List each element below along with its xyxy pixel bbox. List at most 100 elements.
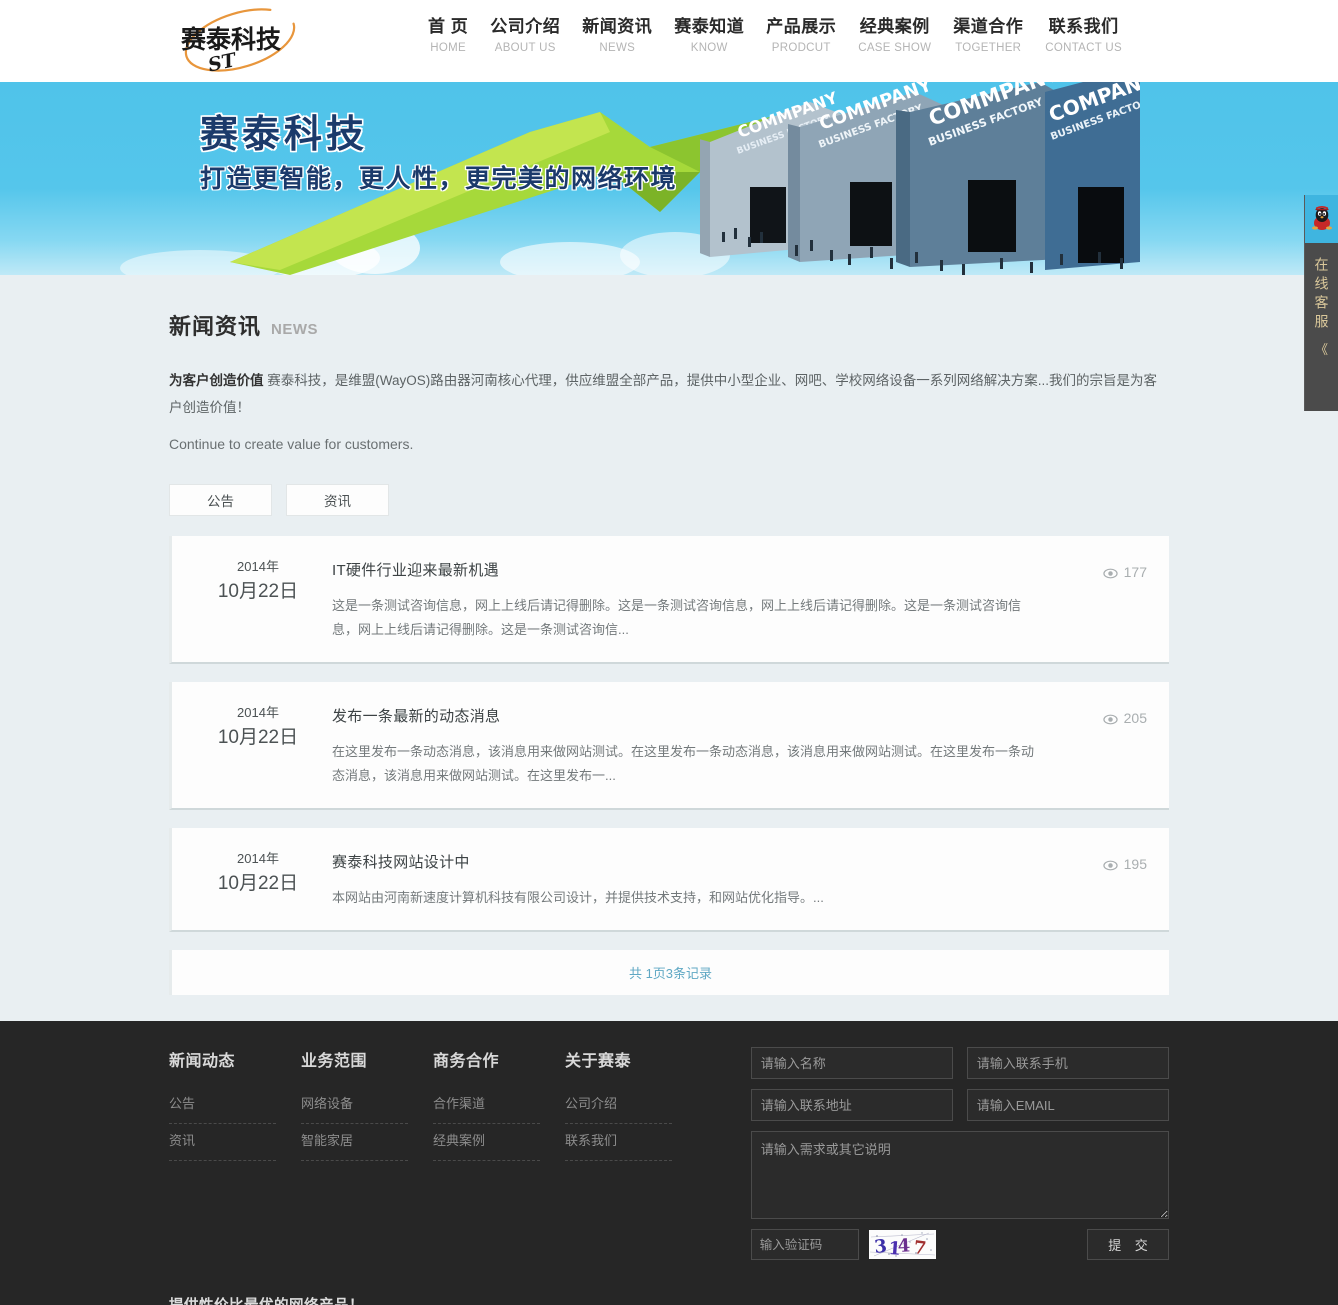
nav-label-cn: 经典案例 — [859, 17, 930, 36]
phone-field[interactable] — [966, 1047, 1169, 1079]
captcha-input[interactable] — [750, 1229, 859, 1260]
news-body: 赛泰科技网站设计中 本网站由河南新速度计算机科技有限公司设计，并提供技术支持，和… — [332, 848, 1057, 910]
news-list-item[interactable]: 2014年 10月22日 IT硬件行业迎来最新机遇 这是一条测试咨询信息，网上上… — [169, 536, 1169, 664]
email-field[interactable] — [966, 1089, 1169, 1121]
eye-icon — [1102, 566, 1118, 581]
svg-text:7: 7 — [912, 1237, 927, 1259]
footer-link-network-equipment[interactable]: 网络设备 — [301, 1087, 408, 1124]
captcha-image[interactable]: 3 1 4 7 — [868, 1230, 936, 1259]
page-title: 新闻资讯 — [169, 314, 262, 339]
news-body: 发布一条最新的动态消息 在这里发布一条动态消息，该消息用来做网站测试。在这里发布… — [332, 702, 1057, 788]
nav-label-en: KNOW — [690, 42, 728, 54]
news-title[interactable]: 发布一条最新的动态消息 — [332, 704, 1039, 730]
news-category-tabs: 公告 资讯 — [169, 484, 1169, 516]
view-count-value: 177 — [1123, 564, 1147, 580]
nav-item-contact-us[interactable]: 联系我们 CONTACT US — [1034, 16, 1133, 57]
message-textarea[interactable] — [750, 1131, 1169, 1219]
news-description: 本网站由河南新速度计算机科技有限公司设计，并提供技术支持，和网站优化指导。... — [332, 890, 824, 905]
pagination-bar: 共 1页3条记录 — [169, 950, 1169, 995]
nav-label-cn: 新闻资讯 — [582, 17, 653, 36]
footer-link-classic-cases[interactable]: 经典案例 — [433, 1124, 540, 1161]
nav-label-en: HOME — [430, 42, 466, 54]
footer-link-smart-home[interactable]: 智能家居 — [301, 1124, 408, 1161]
buildings-graphic: COMMPANY BUSINESS FACTORY COMMPANY BUSIN… — [692, 82, 1159, 275]
footer-about-title: 提供性价比最优的网络产品！ — [169, 1294, 754, 1305]
footer-about-block: 提供性价比最优的网络产品！ 赛泰专业供应智能路由器，为网吧、企业、小区、供应路由… — [169, 1276, 754, 1305]
footer-link-announcements[interactable]: 公告 — [169, 1087, 276, 1124]
page-title-en: NEWS — [271, 321, 319, 338]
news-view-count: 195 — [1057, 848, 1147, 910]
news-date-year: 2014年 — [237, 851, 279, 866]
view-count-value: 205 — [1123, 710, 1147, 726]
tab-information[interactable]: 资讯 — [286, 484, 389, 516]
banner-title: 赛泰科技 — [200, 114, 369, 156]
news-date: 2014年 10月22日 — [172, 848, 332, 910]
nav-label-cn: 赛泰知道 — [674, 17, 745, 36]
online-service-label: 在线客服 — [1313, 257, 1330, 333]
intro-paragraph: 为客户创造价值 赛泰科技，是维盟(WayOS)路由器河南核心代理，供应维盟全部产… — [169, 367, 1169, 421]
banner-text-block: 赛泰科技 打造更智能，更人性，更完美的网络环境 — [200, 110, 677, 198]
site-logo[interactable]: 赛泰科技 ST — [169, 4, 311, 78]
news-title[interactable]: 赛泰科技网站设计中 — [332, 850, 1039, 876]
footer-column-title: 业务范围 — [301, 1053, 368, 1070]
footer-link-partner-channel[interactable]: 合作渠道 — [433, 1087, 540, 1124]
nav-label-cn: 渠道合作 — [953, 17, 1024, 36]
address-field[interactable] — [750, 1089, 953, 1121]
footer-column-business: 业务范围 网络设备 智能家居 — [301, 1047, 433, 1260]
intro-highlight: 为客户创造价值 — [169, 373, 264, 388]
site-header: 赛泰科技 ST 首 页 HOME 公司介绍 ABOUT US 新闻资讯 NEWS… — [0, 0, 1338, 82]
footer-column-title: 商务合作 — [433, 1053, 500, 1070]
nav-item-news[interactable]: 新闻资讯 NEWS — [571, 16, 663, 57]
svg-text:4: 4 — [897, 1235, 911, 1257]
footer-column-cooperation: 商务合作 合作渠道 经典案例 — [433, 1047, 565, 1260]
news-title[interactable]: IT硬件行业迎来最新机遇 — [332, 558, 1039, 584]
news-date-monthday: 10月22日 — [217, 873, 299, 894]
pagination-summary[interactable]: 共 1页3条记录 — [629, 963, 712, 982]
news-description: 这是一条测试咨询信息，网上上线后请记得删除。这是一条测试咨询信息，网上上线后请记… — [332, 598, 1022, 637]
main-navigation: 首 页 HOME 公司介绍 ABOUT US 新闻资讯 NEWS 赛泰知道 KN… — [417, 16, 1133, 57]
intro-english: Continue to create value for customers. — [169, 436, 414, 452]
news-date-monthday: 10月22日 — [217, 581, 299, 602]
main-content: 新闻资讯 NEWS 为客户创造价值 赛泰科技，是维盟(WayOS)路由器河南核心… — [169, 275, 1169, 995]
qq-penguin-icon — [1311, 204, 1333, 235]
tab-announcements[interactable]: 公告 — [169, 484, 272, 516]
qq-icon-container — [1304, 195, 1338, 243]
footer-column-title: 关于赛泰 — [565, 1053, 632, 1070]
news-list-item[interactable]: 2014年 10月22日 发布一条最新的动态消息 在这里发布一条动态消息，该消息… — [169, 682, 1169, 810]
news-list: 2014年 10月22日 IT硬件行业迎来最新机遇 这是一条测试咨询信息，网上上… — [169, 536, 1169, 950]
footer-link-information[interactable]: 资讯 — [169, 1124, 276, 1161]
online-service-widget[interactable]: 在线客服 《 — [1304, 195, 1338, 411]
footer-column-about: 关于赛泰 公司介绍 联系我们 — [565, 1047, 697, 1260]
nav-label-en: ABOUT US — [494, 42, 556, 54]
chevron-collapse-icon[interactable]: 《 — [1315, 339, 1328, 358]
submit-button[interactable]: 提 交 — [1087, 1229, 1169, 1260]
name-field[interactable] — [750, 1047, 953, 1079]
site-footer: 新闻动态 公告 资讯 业务范围 网络设备 智能家居 商务合作 合作渠道 经典案例… — [0, 1021, 1338, 1305]
news-date-monthday: 10月22日 — [217, 727, 299, 748]
nav-item-home[interactable]: 首 页 HOME — [417, 16, 479, 57]
nav-label-en: TOGETHER — [955, 42, 1022, 54]
nav-item-together[interactable]: 渠道合作 TOGETHER — [942, 16, 1034, 57]
eye-icon — [1102, 712, 1118, 727]
intro-body: 赛泰科技，是维盟(WayOS)路由器河南核心代理，供应维盟全部产品，提供中小型企… — [169, 373, 1158, 415]
news-description: 在这里发布一条动态消息，该消息用来做网站测试。在这里发布一条动态消息，该消息用来… — [332, 744, 1035, 783]
footer-link-contact-us[interactable]: 联系我们 — [565, 1124, 672, 1161]
nav-label-en: CASE SHOW — [858, 42, 932, 54]
nav-item-product[interactable]: 产品展示 PRODCUT — [755, 16, 847, 57]
nav-item-about-us[interactable]: 公司介绍 ABOUT US — [479, 16, 571, 57]
nav-item-case-show[interactable]: 经典案例 CASE SHOW — [847, 16, 942, 57]
news-list-item[interactable]: 2014年 10月22日 赛泰科技网站设计中 本网站由河南新速度计算机科技有限公… — [169, 828, 1169, 932]
section-header: 新闻资讯 NEWS — [169, 309, 1169, 341]
nav-label-cn: 联系我们 — [1048, 17, 1119, 36]
footer-link-company-intro[interactable]: 公司介绍 — [565, 1087, 672, 1124]
view-count-value: 195 — [1123, 856, 1147, 872]
news-date-year: 2014年 — [237, 705, 279, 720]
nav-item-know[interactable]: 赛泰知道 KNOW — [663, 16, 755, 57]
news-view-count: 177 — [1057, 556, 1147, 642]
nav-label-en: PRODCUT — [771, 42, 831, 54]
svg-text:BUSI: BUSI — [1040, 82, 1104, 86]
intro-block: 为客户创造价值 赛泰科技，是维盟(WayOS)路由器河南核心代理，供应维盟全部产… — [169, 367, 1169, 458]
news-date: 2014年 10月22日 — [172, 556, 332, 642]
svg-text:3: 3 — [873, 1236, 888, 1258]
footer-column-title: 新闻动态 — [169, 1053, 236, 1070]
